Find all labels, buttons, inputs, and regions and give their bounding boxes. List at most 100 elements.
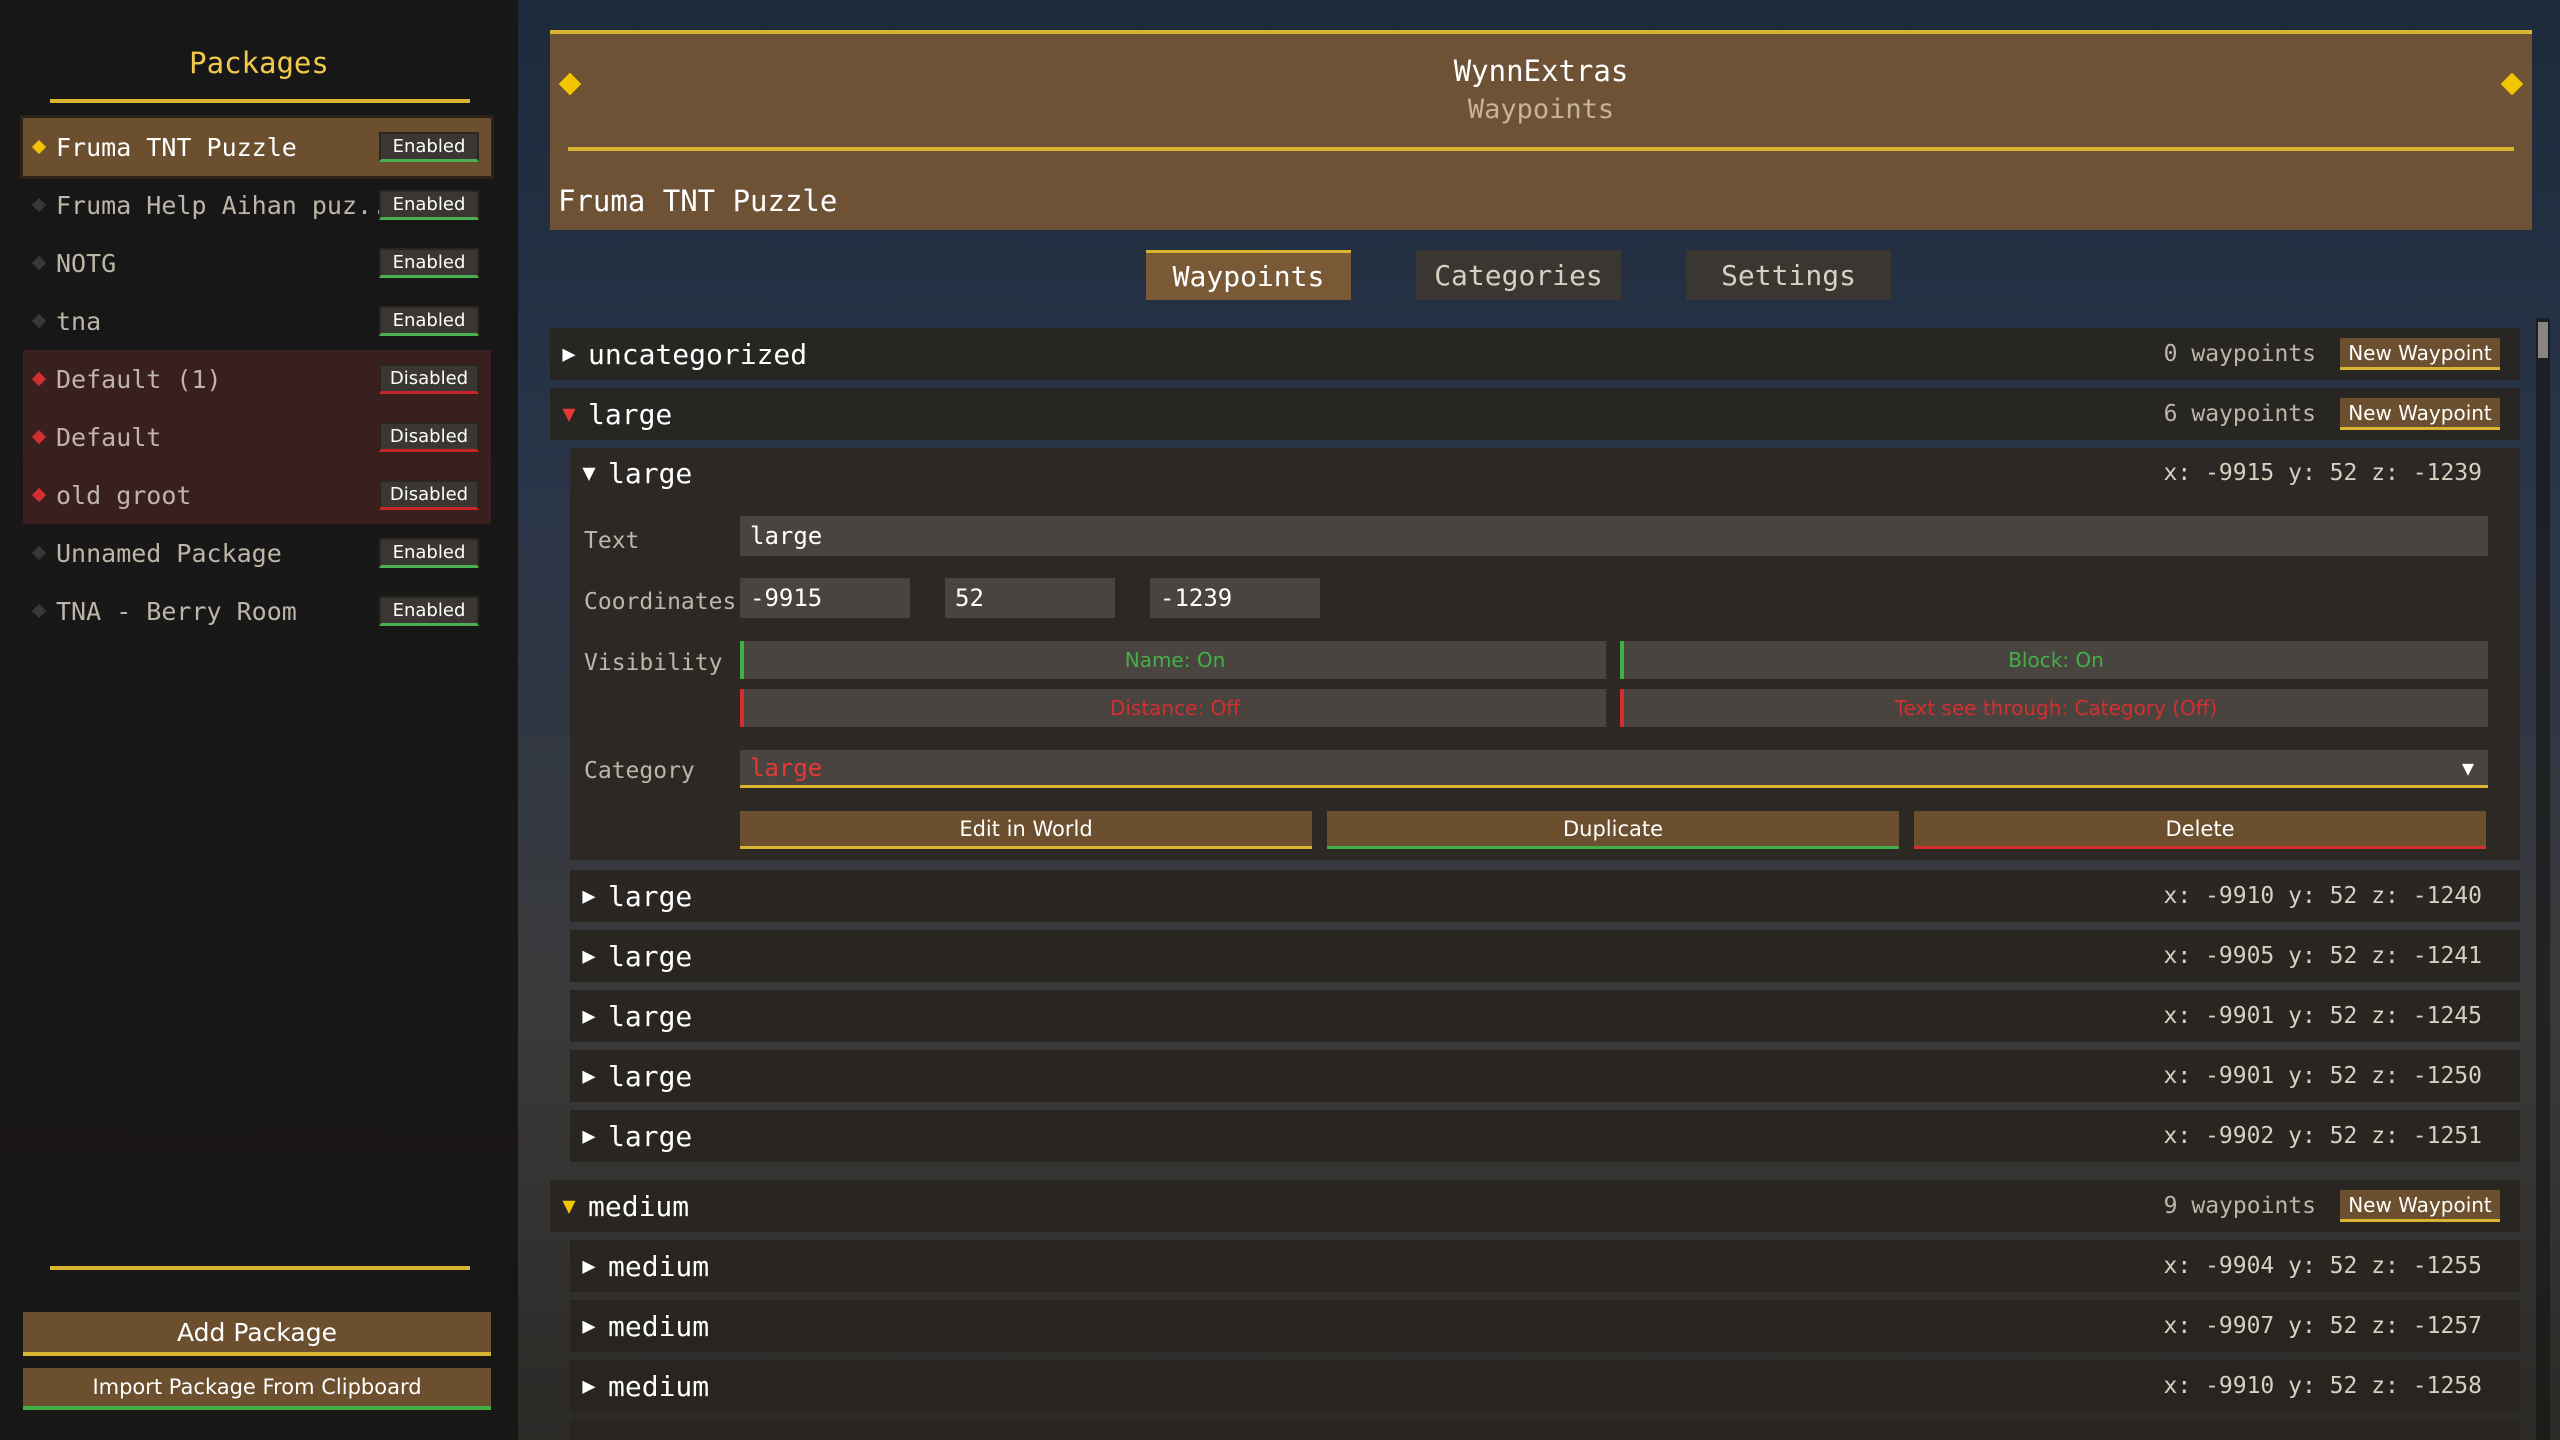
expand-arrow-icon[interactable]: ▶ bbox=[570, 884, 608, 909]
waypoint-editor: Text large Coordinates -9915 52 -1239 Vi… bbox=[570, 498, 2520, 860]
package-list: Fruma TNT Puzzle Enabled Fruma Help Aiha… bbox=[20, 115, 494, 640]
waypoint-name: large bbox=[608, 1119, 693, 1153]
tab-waypoints[interactable]: Waypoints bbox=[1146, 250, 1351, 300]
new-waypoint-button[interactable]: New Waypoint bbox=[2340, 398, 2500, 430]
diamond-icon bbox=[31, 313, 47, 329]
new-waypoint-button[interactable]: New Waypoint bbox=[2340, 1190, 2500, 1222]
expand-arrow-icon[interactable]: ▶ bbox=[570, 1314, 608, 1339]
waypoint-row-expanded[interactable]: ▼ large x: -9915 y: 52 z: -1239 bbox=[570, 448, 2520, 498]
package-name: tna bbox=[56, 306, 102, 336]
package-status-toggle[interactable]: Disabled bbox=[379, 480, 479, 510]
package-item[interactable]: Fruma TNT Puzzle Enabled bbox=[20, 115, 494, 179]
package-status-toggle[interactable]: Enabled bbox=[379, 132, 479, 162]
package-name: TNA - Berry Room bbox=[56, 596, 297, 626]
waypoint-coords: x: -9901 y: 52 z: -1250 bbox=[2163, 1063, 2483, 1089]
expand-arrow-icon[interactable]: ▶ bbox=[570, 1004, 608, 1029]
package-item[interactable]: NOTG Enabled bbox=[23, 234, 491, 292]
diamond-icon bbox=[31, 197, 47, 213]
import-package-button[interactable]: Import Package From Clipboard bbox=[23, 1368, 491, 1410]
tab-settings[interactable]: Settings bbox=[1686, 250, 1891, 300]
package-status-toggle[interactable]: Enabled bbox=[379, 538, 479, 568]
expand-arrow-icon[interactable]: ▶ bbox=[570, 1064, 608, 1089]
add-package-button[interactable]: Add Package bbox=[23, 1312, 491, 1356]
block-visibility-toggle[interactable]: Block: On bbox=[1620, 641, 2488, 679]
waypoint-row[interactable]: ▶ medium x: -9910 y: 52 z: -1258 bbox=[570, 1360, 2520, 1412]
package-status-toggle[interactable]: Disabled bbox=[379, 422, 479, 452]
package-name: Default bbox=[56, 422, 162, 452]
diamond-icon bbox=[31, 603, 47, 619]
package-item[interactable]: Unnamed Package Enabled bbox=[23, 524, 491, 582]
waypoint-row[interactable]: ▶ large x: -9905 y: 52 z: -1241 bbox=[570, 930, 2520, 982]
category-selected-value: large bbox=[750, 753, 823, 782]
name-visibility-toggle[interactable]: Name: On bbox=[740, 641, 1606, 679]
package-status-toggle[interactable]: Enabled bbox=[379, 306, 479, 336]
waypoint-row[interactable]: ▶ large x: -9901 y: 52 z: -1250 bbox=[570, 1050, 2520, 1102]
packages-sidebar: Packages Fruma TNT Puzzle Enabled Fruma … bbox=[0, 0, 518, 1440]
coord-x-input[interactable]: -9915 bbox=[740, 578, 910, 618]
expand-arrow-icon[interactable]: ▶ bbox=[570, 944, 608, 969]
see-through-toggle[interactable]: Text see through: Category (Off) bbox=[1620, 689, 2488, 727]
waypoint-name: medium bbox=[608, 1369, 710, 1403]
expand-arrow-icon[interactable]: ▶ bbox=[550, 342, 588, 367]
waypoint-row[interactable]: ▶ medium x: -9907 y: 52 z: -1257 bbox=[570, 1300, 2520, 1352]
package-item[interactable]: Fruma Help Aihan puz... Enabled bbox=[23, 176, 491, 234]
package-name: NOTG bbox=[56, 248, 117, 278]
waypoint-coords: x: -9902 y: 52 z: -1251 bbox=[2163, 1123, 2483, 1149]
header-divider bbox=[568, 147, 2514, 151]
waypoint-row-partial[interactable] bbox=[570, 1420, 2520, 1440]
waypoint-name: large bbox=[608, 456, 693, 490]
delete-button[interactable]: Delete bbox=[1914, 811, 2486, 849]
category-label: Category bbox=[584, 758, 695, 784]
collapse-arrow-icon[interactable]: ▼ bbox=[570, 461, 608, 486]
waypoint-count: 9 waypoints bbox=[2163, 1193, 2316, 1219]
coord-z-input[interactable]: -1239 bbox=[1150, 578, 1320, 618]
distance-visibility-toggle[interactable]: Distance: Off bbox=[740, 689, 1606, 727]
sidebar-bottom-divider bbox=[50, 1266, 470, 1270]
waypoint-coords: x: -9907 y: 52 z: -1257 bbox=[2163, 1313, 2483, 1339]
disabled-diamond-icon bbox=[31, 487, 47, 503]
package-item[interactable]: tna Enabled bbox=[23, 292, 491, 350]
collapse-arrow-icon[interactable]: ▼ bbox=[550, 1194, 588, 1219]
scrollbar-thumb[interactable] bbox=[2538, 322, 2548, 358]
app-title: WynnExtras bbox=[1453, 54, 1629, 88]
package-item[interactable]: Default (1) Disabled bbox=[23, 350, 491, 408]
waypoint-row[interactable]: ▶ large x: -9902 y: 52 z: -1251 bbox=[570, 1110, 2520, 1162]
category-row-large[interactable]: ▼ large 6 waypoints New Waypoint bbox=[550, 388, 2520, 440]
waypoint-count: 6 waypoints bbox=[2163, 401, 2316, 427]
package-name: Unnamed Package bbox=[56, 538, 282, 568]
category-row-medium[interactable]: ▼ medium 9 waypoints New Waypoint bbox=[550, 1180, 2520, 1232]
expand-arrow-icon[interactable]: ▶ bbox=[570, 1254, 608, 1279]
scrollbar-track[interactable] bbox=[2536, 318, 2550, 1440]
category-row-uncategorized[interactable]: ▶ uncategorized 0 waypoints New Waypoint bbox=[550, 328, 2520, 380]
disabled-diamond-icon bbox=[31, 429, 47, 445]
waypoint-row[interactable]: ▶ large x: -9910 y: 52 z: -1240 bbox=[570, 870, 2520, 922]
expand-arrow-icon[interactable]: ▶ bbox=[570, 1374, 608, 1399]
coord-y-input[interactable]: 52 bbox=[945, 578, 1115, 618]
sidebar-divider bbox=[50, 99, 470, 103]
waypoint-coords: x: -9910 y: 52 z: -1258 bbox=[2163, 1373, 2483, 1399]
category-select[interactable]: large ▼ bbox=[740, 750, 2488, 788]
waypoint-row[interactable]: ▶ medium x: -9904 y: 52 z: -1255 bbox=[570, 1240, 2520, 1292]
duplicate-button[interactable]: Duplicate bbox=[1327, 811, 1899, 849]
new-waypoint-button[interactable]: New Waypoint bbox=[2340, 338, 2500, 370]
package-status-toggle[interactable]: Disabled bbox=[379, 364, 479, 394]
package-item[interactable]: Default Disabled bbox=[23, 408, 491, 466]
edit-in-world-button[interactable]: Edit in World bbox=[740, 811, 1312, 849]
diamond-icon bbox=[31, 545, 47, 561]
package-name: Fruma Help Aihan puz... bbox=[56, 190, 379, 220]
selected-package-name: Fruma TNT Puzzle bbox=[558, 184, 838, 218]
package-status-toggle[interactable]: Enabled bbox=[379, 596, 479, 626]
package-item[interactable]: old groot Disabled bbox=[23, 466, 491, 524]
package-name: Fruma TNT Puzzle bbox=[56, 132, 297, 162]
package-status-toggle[interactable]: Enabled bbox=[379, 248, 479, 278]
package-item[interactable]: TNA - Berry Room Enabled bbox=[23, 582, 491, 640]
package-status-toggle[interactable]: Enabled bbox=[379, 190, 479, 220]
expand-arrow-icon[interactable]: ▶ bbox=[570, 1124, 608, 1149]
collapse-arrow-icon[interactable]: ▼ bbox=[550, 402, 588, 427]
waypoint-count: 0 waypoints bbox=[2163, 341, 2316, 367]
tab-categories[interactable]: Categories bbox=[1416, 250, 1621, 300]
waypoint-name: large bbox=[608, 879, 693, 913]
waypoint-row[interactable]: ▶ large x: -9901 y: 52 z: -1245 bbox=[570, 990, 2520, 1042]
app-subtitle: Waypoints bbox=[1467, 94, 1615, 125]
text-input[interactable]: large bbox=[740, 516, 2488, 556]
